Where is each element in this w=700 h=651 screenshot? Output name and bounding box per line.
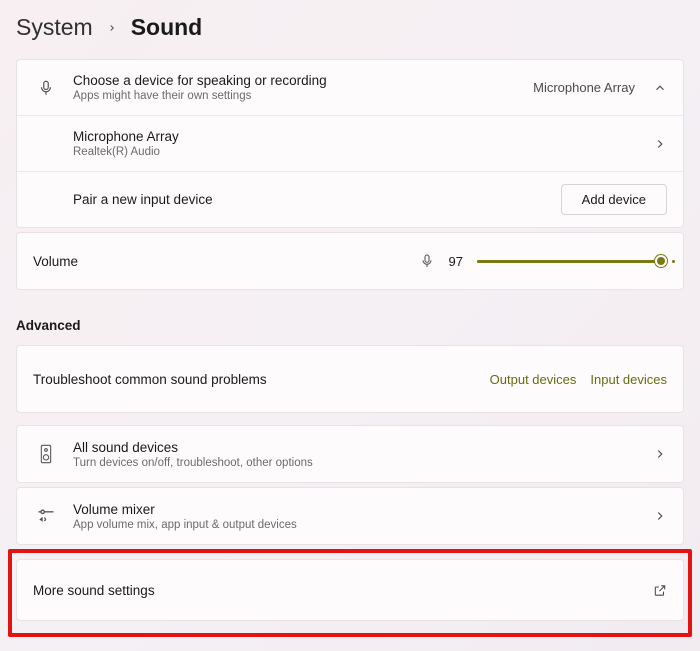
highlight-box: More sound settings	[8, 549, 692, 637]
breadcrumb-current: Sound	[131, 14, 203, 41]
volume-value: 97	[449, 254, 463, 269]
choose-device-title: Choose a device for speaking or recordin…	[73, 73, 519, 88]
chevron-right-icon	[653, 137, 667, 151]
more-sound-settings-row[interactable]: More sound settings	[17, 560, 683, 620]
mixer-sub: App volume mix, app input & output devic…	[73, 519, 639, 531]
speaker-icon	[33, 444, 59, 464]
chevron-right-icon	[653, 509, 667, 523]
volume-mixer-panel: Volume mixer App volume mix, app input &…	[16, 487, 684, 545]
volume-slider[interactable]	[477, 251, 667, 271]
selected-device-label: Microphone Array	[533, 80, 635, 95]
add-device-button[interactable]: Add device	[561, 184, 667, 215]
breadcrumb-parent[interactable]: System	[16, 14, 93, 41]
more-sound-settings-panel: More sound settings	[16, 559, 684, 621]
troubleshoot-panel: Troubleshoot common sound problems Outpu…	[16, 345, 684, 413]
choose-device-sub: Apps might have their own settings	[73, 90, 519, 102]
all-sound-devices-row[interactable]: All sound devices Turn devices on/off, t…	[17, 426, 683, 482]
chevron-right-icon	[107, 23, 117, 33]
output-devices-link[interactable]: Output devices	[490, 372, 577, 387]
troubleshoot-row: Troubleshoot common sound problems Outpu…	[17, 346, 683, 412]
volume-row: Volume 97	[17, 233, 683, 289]
chevron-right-icon	[653, 447, 667, 461]
microphone-device-row[interactable]: Microphone Array Realtek(R) Audio	[17, 116, 683, 172]
all-devices-title: All sound devices	[73, 440, 639, 455]
choose-device-row[interactable]: Choose a device for speaking or recordin…	[17, 60, 683, 116]
more-settings-title: More sound settings	[33, 583, 639, 598]
input-devices-link[interactable]: Input devices	[590, 372, 667, 387]
device-sub: Realtek(R) Audio	[73, 146, 639, 158]
external-link-icon	[653, 583, 667, 597]
chevron-up-icon[interactable]	[653, 81, 667, 95]
volume-panel: Volume 97	[16, 232, 684, 290]
pair-device-title: Pair a new input device	[73, 192, 547, 207]
microphone-icon[interactable]	[419, 253, 435, 269]
breadcrumb: System Sound	[16, 14, 684, 41]
troubleshoot-title: Troubleshoot common sound problems	[33, 372, 476, 387]
microphone-icon	[33, 79, 59, 97]
advanced-header: Advanced	[16, 318, 684, 333]
all-sound-devices-panel: All sound devices Turn devices on/off, t…	[16, 425, 684, 483]
input-devices-panel: Choose a device for speaking or recordin…	[16, 59, 684, 228]
volume-label: Volume	[33, 254, 405, 269]
mixer-icon	[33, 507, 59, 525]
volume-mixer-row[interactable]: Volume mixer App volume mix, app input &…	[17, 488, 683, 544]
device-title: Microphone Array	[73, 129, 639, 144]
pair-device-row: Pair a new input device Add device	[17, 172, 683, 227]
mixer-title: Volume mixer	[73, 502, 639, 517]
all-devices-sub: Turn devices on/off, troubleshoot, other…	[73, 457, 639, 469]
